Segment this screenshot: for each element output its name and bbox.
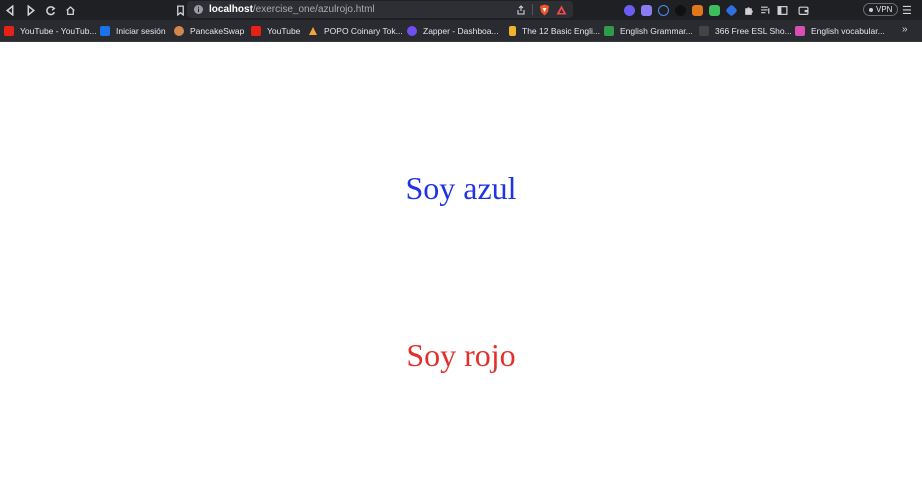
bookmark-icon (176, 4, 184, 16)
extension-gear-icon[interactable] (624, 4, 635, 16)
bookmark-label: 366 Free ESL Sho... (715, 25, 792, 36)
grammar-icon (604, 25, 614, 36)
bookmark-label: English Grammar... (620, 25, 693, 36)
bookmark-popo-coinary[interactable]: POPO Coinary Tok... (308, 20, 403, 41)
vpn-status-icon (869, 7, 873, 12)
address-bar[interactable]: localhost /exercise_one/azulrojo.html (187, 1, 573, 18)
youtube-icon (4, 25, 14, 36)
sidebar-toggle-icon[interactable] (777, 0, 788, 20)
extensions-area (624, 0, 809, 20)
browser-toolbar: localhost /exercise_one/azulrojo.html VP… (0, 0, 922, 20)
extension-shield-icon[interactable] (641, 4, 652, 16)
brave-rewards-icon[interactable] (556, 5, 567, 15)
extensions-puzzle-icon[interactable] (743, 0, 754, 20)
more-bookmarks-chevron-icon[interactable]: » (902, 24, 908, 35)
bookmarks-bar: YouTube - YouTub... Iniciar sesión Panca… (0, 20, 922, 42)
bookmark-label: The 12 Basic Engli... (522, 25, 600, 36)
separator (532, 4, 533, 15)
url-path: /exercise_one/azulrojo.html (252, 4, 375, 15)
extension-blue-icon[interactable] (725, 3, 738, 17)
bookmark-iniciar-sesion[interactable]: Iniciar sesión (100, 20, 166, 41)
extension-dark-icon[interactable] (675, 4, 686, 16)
bookmark-english-grammar[interactable]: English Grammar... (604, 20, 693, 41)
brave-shields-icon[interactable] (539, 4, 550, 16)
reload-icon (45, 5, 55, 15)
extension-green-icon[interactable] (709, 4, 720, 16)
vpn-button[interactable]: VPN (863, 3, 899, 16)
bookmark-label: YouTube - YouTub... (20, 25, 97, 36)
playlist-icon[interactable] (760, 0, 771, 20)
back-icon (5, 4, 13, 16)
bookmark-label: YouTube (267, 25, 301, 36)
bookmark-label: Zapper - Dashboa... (423, 25, 499, 36)
bookmark-label: POPO Coinary Tok... (324, 25, 403, 36)
home-icon (65, 5, 75, 15)
youtube-icon (251, 25, 261, 36)
reload-button[interactable] (40, 0, 60, 20)
metamask-icon[interactable] (692, 4, 703, 16)
share-icon[interactable] (516, 4, 526, 15)
bookmark-label: English vocabular... (811, 25, 885, 36)
document-icon (509, 25, 516, 36)
forward-button[interactable] (20, 0, 40, 20)
page-content: Soy azul Soy rojo (0, 42, 922, 499)
blue-text: Soy azul (405, 170, 517, 206)
bookmark-12-basic-english[interactable]: The 12 Basic Engli... (509, 20, 600, 41)
bookmark-366-free-esl[interactable]: 366 Free ESL Sho... (699, 20, 792, 41)
red-text: Soy rojo (406, 337, 516, 373)
bookmark-label: PancakeSwap (190, 25, 245, 36)
bookmark-label: Iniciar sesión (116, 25, 166, 36)
bookmark-youtube-2[interactable]: YouTube (251, 20, 300, 41)
wallet-icon[interactable] (798, 0, 809, 20)
bookmark-english-vocabulary[interactable]: English vocabular... (795, 20, 885, 41)
back-button[interactable] (0, 0, 20, 20)
outlook-icon (100, 25, 110, 36)
bookmark-youtube-1[interactable]: YouTube - YouTub... (4, 20, 97, 41)
url-host: localhost (209, 4, 253, 15)
vocabulary-icon (795, 25, 805, 36)
home-button[interactable] (60, 0, 80, 20)
zapper-icon (407, 25, 417, 36)
popo-icon (308, 26, 318, 36)
menu-icon[interactable]: ☰ (902, 4, 912, 17)
vpn-label: VPN (876, 5, 893, 14)
forward-icon (27, 4, 35, 16)
bookmark-zapper[interactable]: Zapper - Dashboa... (407, 20, 499, 41)
esl-icon (699, 25, 709, 36)
pancakeswap-icon (174, 25, 184, 36)
extension-drop-icon[interactable] (658, 4, 669, 16)
site-info-icon[interactable] (194, 5, 203, 14)
bookmark-pancakeswap[interactable]: PancakeSwap (174, 20, 244, 41)
